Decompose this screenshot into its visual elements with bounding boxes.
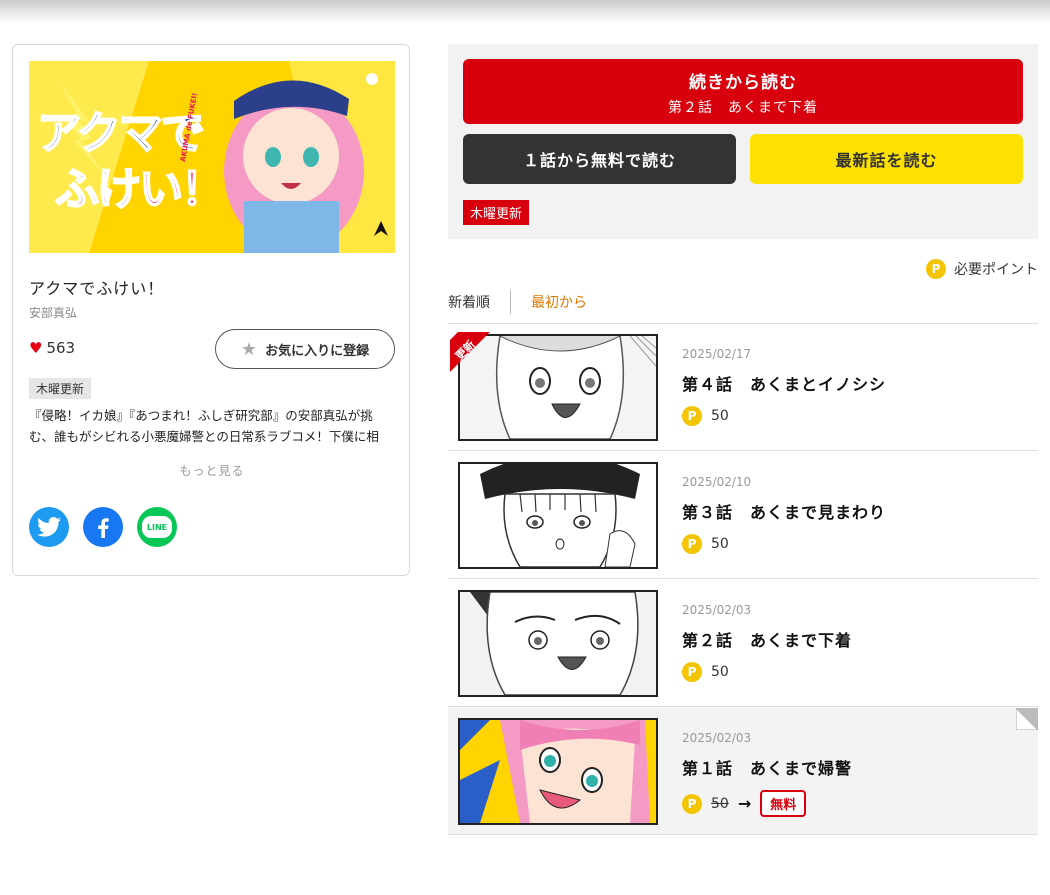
episode-price-value: 50 [711, 536, 729, 552]
read-corner-fold-icon [1016, 708, 1038, 730]
point-coin-icon: P [682, 662, 702, 682]
facebook-icon [98, 518, 109, 538]
series-info-card: アクマで ふけい！ AKUMA de FUKEI! アクマでふけい！ 安部真弘 … [12, 44, 410, 576]
free-badge: 無料 [760, 790, 807, 817]
update-day-tag: 木曜更新 [29, 378, 92, 399]
like-count-value: 563 [46, 339, 76, 357]
episode-thumbnail [458, 462, 658, 569]
episode-row[interactable]: 更新 2025/02/17 第４話 あくまとイノシシ P 50 [448, 324, 1038, 451]
sort-newest-tab[interactable]: 新着順 [448, 292, 490, 312]
series-cover-image: アクマで ふけい！ AKUMA de FUKEI! [29, 61, 395, 253]
point-coin-icon: P [682, 406, 702, 426]
continue-reading-episode: 第２話 あくまで下着 [668, 100, 818, 116]
episode-price: P 50 [682, 406, 729, 426]
episode-title: 第４話 あくまとイノシシ [682, 375, 887, 394]
cover-title-top: アクマで [36, 107, 206, 160]
required-points-legend: P 必要ポイント [926, 259, 1038, 279]
twitter-icon [37, 517, 61, 537]
episode-price-value: 50 [711, 408, 729, 424]
original-price: 50 [711, 795, 729, 812]
line-share-button[interactable]: LINE [137, 507, 177, 547]
episode-price: P 50 [682, 534, 729, 554]
episode-date: 2025/02/03 [682, 731, 752, 745]
episode-date: 2025/02/03 [682, 603, 752, 617]
episode-thumbnail [458, 334, 658, 441]
episode-title: 第３話 あくまで見まわり [682, 503, 887, 522]
read-latest-button[interactable]: 最新話を読む [750, 134, 1023, 184]
episode-price: P 50 → 無料 [682, 790, 807, 817]
point-coin-icon: P [682, 793, 702, 814]
episode-title: 第１話 あくまで婦警 [682, 759, 853, 778]
episode-thumbnail [458, 590, 658, 697]
like-count: ♥ 563 [29, 339, 75, 357]
series-author[interactable]: 安部真弘 [29, 304, 77, 321]
line-icon-text: LINE [146, 522, 168, 532]
sort-divider [510, 290, 511, 314]
episode-row[interactable]: 2025/02/10 第３話 あくまで見まわり P 50 [448, 452, 1038, 579]
star-icon: ★ [240, 338, 258, 360]
continue-reading-label: 続きから読む [689, 73, 797, 93]
facebook-share-button[interactable] [83, 507, 123, 547]
point-coin-icon: P [926, 259, 946, 279]
add-favorite-button[interactable]: ★ お気に入りに登録 [215, 329, 395, 369]
sort-oldest-tab[interactable]: 最初から [531, 292, 587, 312]
show-more-link[interactable]: もっと見る [13, 462, 411, 479]
episode-price: P 50 [682, 662, 729, 682]
required-points-label: 必要ポイント [954, 262, 1038, 278]
add-favorite-label: お気に入りに登録 [265, 343, 370, 359]
episode-row[interactable]: 2025/02/03 第１話 あくまで婦警 P 50 → 無料 [448, 708, 1038, 835]
update-day-badge: 木曜更新 [463, 200, 530, 225]
read-actions-panel: 続きから読む 第２話 あくまで下着 １話から無料で読む 最新話を読む 木曜更新 [448, 44, 1038, 239]
episode-title: 第２話 あくまで下着 [682, 631, 853, 650]
cover-title-bottom: ふけい！ [54, 163, 226, 216]
episode-row[interactable]: 2025/02/03 第２話 あくまで下着 P 50 [448, 580, 1038, 707]
read-free-from-first-button[interactable]: １話から無料で読む [463, 134, 736, 184]
line-icon: LINE [142, 516, 172, 538]
twitter-share-button[interactable] [29, 507, 69, 547]
heart-icon: ♥ [29, 339, 43, 357]
episode-date: 2025/02/17 [682, 347, 752, 361]
continue-reading-button[interactable]: 続きから読む 第２話 あくまで下着 [463, 59, 1023, 124]
arrow-right-icon: → [737, 794, 752, 813]
episode-sort-tabs: 新着順 最初から [448, 290, 587, 314]
series-title: アクマでふけい！ [29, 279, 165, 298]
top-shadow [0, 0, 1050, 24]
series-description: 『侵略！イカ娘』『あつまれ！ふしぎ研究部』の安部真弘が挑む、誰もがシビれる小悪魔… [29, 408, 379, 444]
episode-thumbnail [458, 718, 658, 825]
episode-price-value: 50 [711, 664, 729, 680]
point-coin-icon: P [682, 534, 702, 554]
episode-date: 2025/02/10 [682, 475, 752, 489]
